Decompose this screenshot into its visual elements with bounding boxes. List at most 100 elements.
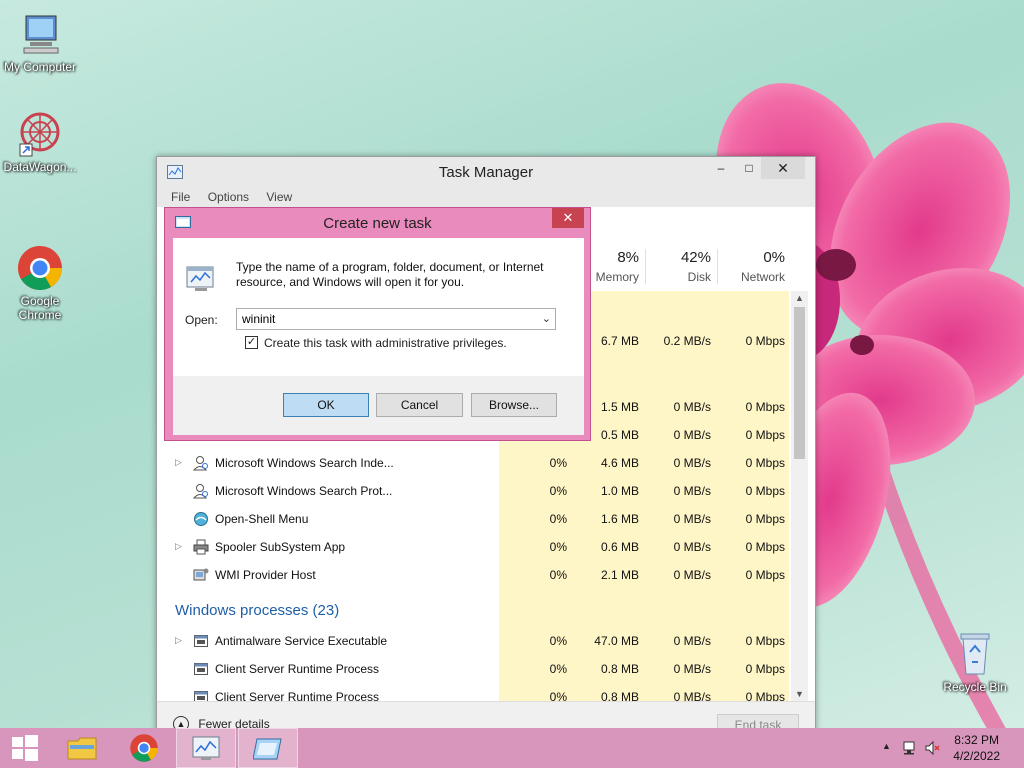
disk-cell: 0 MB/s (673, 634, 711, 648)
network-column-header[interactable]: 0% Network (717, 249, 785, 284)
cancel-button[interactable]: Cancel (376, 393, 463, 417)
desktop-icon-label: DataWagon... (3, 160, 77, 174)
cpu-cell: 0% (549, 568, 567, 582)
network-cell: 0 Mbps (745, 662, 785, 676)
desktop-icon-my-computer[interactable]: My Computer (0, 10, 80, 74)
start-button[interactable] (0, 728, 50, 768)
app-icon (193, 689, 209, 701)
disk-cell: 0 MB/s (673, 512, 711, 526)
open-combobox[interactable]: ⌄ (236, 308, 556, 330)
windows-logo-icon (12, 735, 38, 761)
memory-cell: 4.6 MB (600, 456, 639, 470)
clock[interactable]: 8:32 PM 4/2/2022 (953, 732, 1000, 764)
table-row[interactable]: Microsoft Windows Search Prot... 0% 1.0 … (157, 477, 789, 505)
create-new-task-dialog: Create new task ✕ Type the name of a pro… (164, 207, 591, 441)
printer-icon (193, 539, 209, 555)
network-cell: 0 Mbps (745, 540, 785, 554)
maximize-button[interactable]: □ (735, 157, 763, 179)
network-cell: 0 Mbps (745, 484, 785, 498)
table-row[interactable]: Open-Shell Menu 0% 1.6 MB 0 MB/s 0 Mbps (157, 505, 789, 533)
search-person-icon (192, 483, 209, 499)
expand-arrow-icon[interactable]: ▷ (175, 457, 182, 468)
table-row[interactable]: ▷ Microsoft Windows Search Inde... 0% 4.… (157, 449, 789, 477)
process-name: Spooler SubSystem App (215, 540, 346, 554)
expand-arrow-icon[interactable]: ▷ (175, 541, 182, 552)
browse-button[interactable]: Browse... (471, 393, 557, 417)
desktop-icon-recycle-bin[interactable]: Recycle Bin (935, 630, 1015, 694)
menu-view[interactable]: View (266, 190, 292, 204)
table-row[interactable]: Client Server Runtime Process 0% 0.8 MB … (157, 655, 789, 683)
open-input[interactable] (242, 312, 522, 326)
datawagon-icon (16, 110, 64, 158)
open-label: Open: (185, 313, 218, 327)
taskbar-run-dialog[interactable] (238, 728, 298, 768)
ok-button[interactable]: OK (283, 393, 369, 417)
table-row[interactable]: WMI Provider Host 0% 2.1 MB 0 MB/s 0 Mbp… (157, 561, 789, 589)
memory-cell: 0.6 MB (600, 540, 639, 554)
cpu-cell: 0% (549, 634, 567, 648)
scrollbar-thumb[interactable] (794, 307, 805, 459)
shell-icon (193, 511, 209, 527)
scroll-up-icon[interactable]: ▲ (791, 293, 808, 303)
dialog-close-button[interactable]: ✕ (552, 208, 584, 228)
table-row[interactable]: ▷ Spooler SubSystem App 0% 0.6 MB 0 MB/s… (157, 533, 789, 561)
admin-privileges-checkbox[interactable]: ✓ (245, 336, 258, 349)
section-header-windows-processes[interactable]: Windows processes (23) (175, 602, 339, 619)
disk-cell: 0 MB/s (673, 540, 711, 554)
disk-cell: 0.2 MB/s (663, 334, 711, 348)
taskbar-task-manager[interactable] (176, 728, 236, 768)
disk-cell: 0 MB/s (673, 568, 711, 582)
admin-privileges-label[interactable]: Create this task with administrative pri… (264, 336, 507, 350)
disk-label: Disk (687, 270, 711, 284)
chrome-icon (130, 734, 158, 762)
menu-bar: File Options View (157, 187, 815, 207)
clock-time: 8:32 PM (954, 733, 999, 747)
disk-column-header[interactable]: 42% Disk (645, 249, 711, 284)
run-program-icon (185, 262, 217, 294)
desktop-icon-datawagon[interactable]: DataWagon... (0, 110, 80, 174)
process-name: Client Server Runtime Process (215, 690, 380, 701)
cpu-cell: 0% (549, 484, 567, 498)
network-icon[interactable] (902, 740, 918, 756)
network-cell: 0 Mbps (745, 428, 785, 442)
wmi-icon (193, 567, 209, 583)
show-hidden-icons-icon[interactable]: ▲ (882, 741, 891, 751)
process-name: Microsoft Windows Search Prot... (215, 484, 393, 498)
network-cell: 0 Mbps (745, 400, 785, 414)
folder-icon (67, 737, 97, 760)
menu-file[interactable]: File (171, 190, 190, 204)
memory-cell: 1.0 MB (600, 484, 639, 498)
clock-date: 4/2/2022 (953, 749, 1000, 763)
expand-arrow-icon[interactable]: ▷ (175, 635, 182, 646)
process-name: Microsoft Windows Search Inde... (215, 456, 394, 470)
close-button[interactable]: ✕ (761, 157, 805, 179)
scroll-down-icon[interactable]: ▼ (791, 689, 808, 699)
taskbar-file-explorer[interactable] (52, 728, 112, 768)
minimize-button[interactable]: – (707, 157, 735, 179)
process-name: Open-Shell Menu (215, 512, 309, 526)
table-row[interactable]: Client Server Runtime Process 0% 0.8 MB … (157, 683, 789, 701)
cpu-cell: 0% (549, 690, 567, 701)
disk-usage: 42% (680, 249, 711, 266)
run-icon (253, 738, 282, 760)
desktop-icon-chrome[interactable]: Google Chrome (0, 216, 80, 336)
menu-options[interactable]: Options (208, 190, 249, 204)
memory-cell: 1.6 MB (600, 512, 639, 526)
memory-cell: 0.8 MB (600, 662, 639, 676)
process-name: WMI Provider Host (215, 568, 316, 582)
network-cell: 0 Mbps (745, 512, 785, 526)
dialog-title: Create new task (323, 215, 432, 232)
volume-muted-icon[interactable] (924, 740, 940, 756)
cpu-cell: 0% (549, 456, 567, 470)
title-bar[interactable]: Task Manager – □ ✕ (157, 157, 815, 187)
chevron-down-icon[interactable]: ⌄ (542, 312, 551, 325)
table-row[interactable]: ▷ Antimalware Service Executable 0% 47.0… (157, 627, 789, 655)
computer-icon (16, 10, 64, 58)
network-cell: 0 Mbps (745, 634, 785, 648)
process-name: Client Server Runtime Process (215, 662, 380, 676)
taskbar-chrome[interactable] (114, 728, 174, 768)
recycle-bin-icon (951, 630, 999, 678)
vertical-scrollbar[interactable]: ▲ ▼ (791, 291, 808, 701)
dialog-body: Type the name of a program, folder, docu… (173, 238, 584, 435)
desktop-icon-label: My Computer (3, 60, 77, 74)
